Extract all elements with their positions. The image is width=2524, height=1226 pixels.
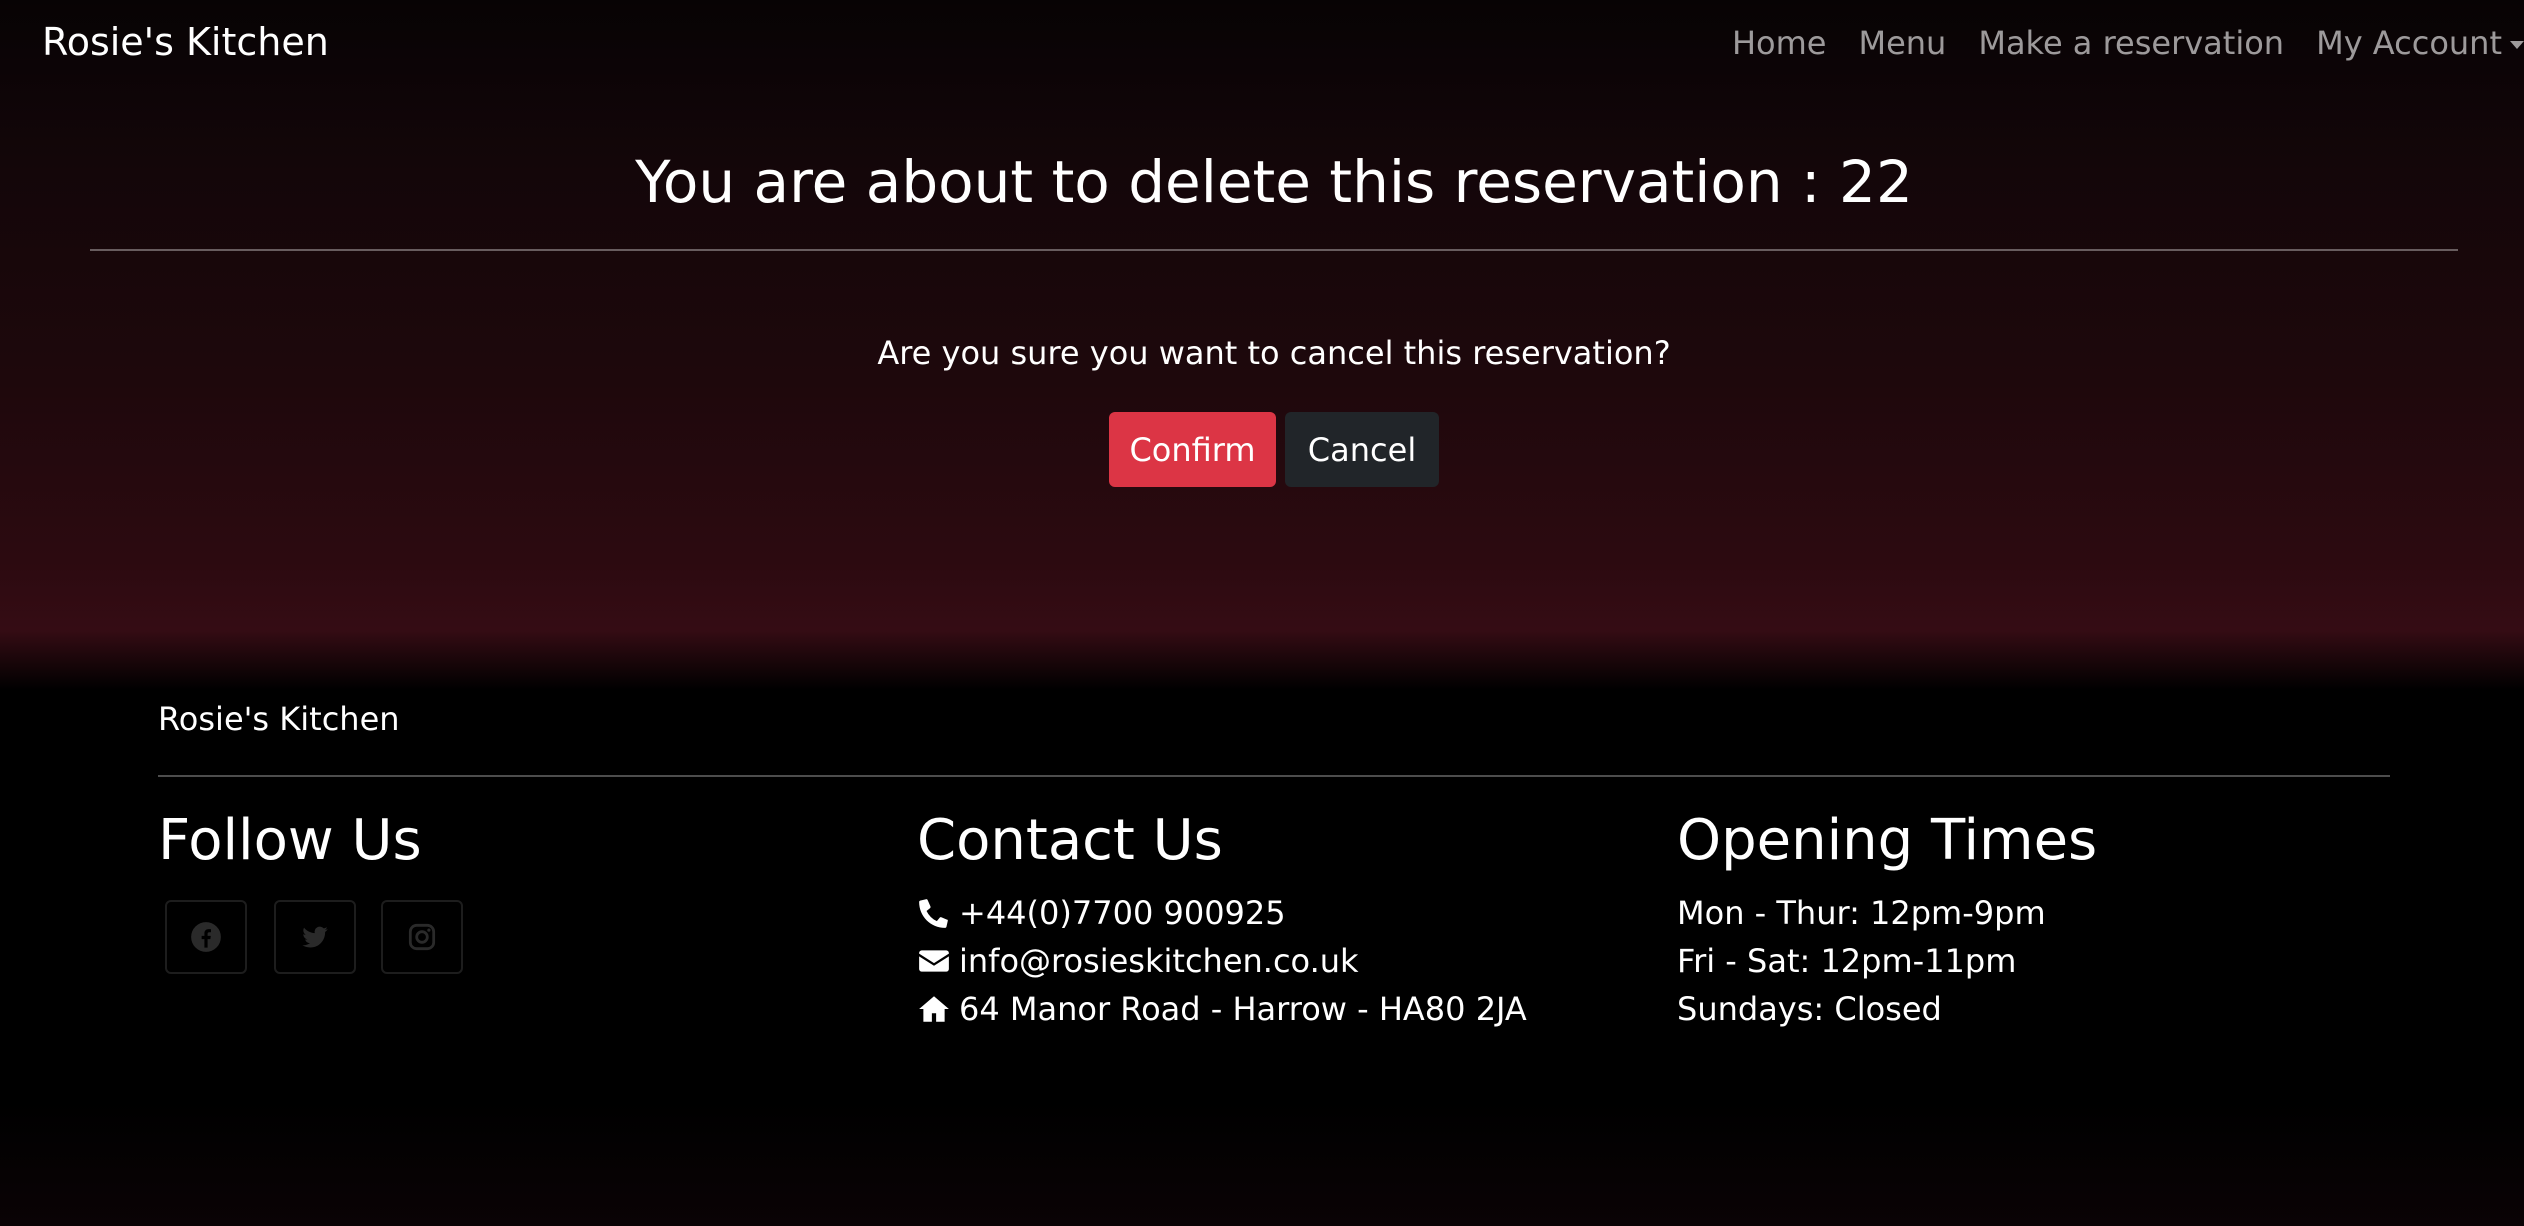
nav-home[interactable]: Home: [1732, 24, 1827, 62]
brand-link[interactable]: Rosie's Kitchen: [42, 20, 329, 64]
address-text: 64 Manor Road - Harrow - HA80 2JA: [959, 990, 1527, 1028]
nav-links: Home Menu Make a reservation My Account: [1732, 24, 2524, 62]
hours-line: Fri - Sat: 12pm-11pm: [1677, 942, 2017, 980]
twitter-icon: [302, 926, 328, 948]
footer-brand: Rosie's Kitchen: [158, 700, 400, 738]
hours-line: Mon - Thur: 12pm-9pm: [1677, 894, 2046, 932]
envelope-icon: [919, 950, 949, 972]
hours-line: Sundays: Closed: [1677, 990, 1942, 1028]
twitter-button[interactable]: [274, 900, 356, 974]
footer-divider: [158, 775, 2390, 777]
nav-menu[interactable]: Menu: [1858, 24, 1946, 62]
confirm-question: Are you sure you want to cancel this res…: [877, 334, 1671, 372]
page: Rosie's Kitchen Home Menu Make a reserva…: [0, 0, 2524, 1226]
divider: [90, 249, 2458, 251]
contact-email: info@rosieskitchen.co.uk: [917, 942, 1359, 980]
nav-my-account-label: My Account: [2316, 24, 2502, 62]
instagram-button[interactable]: [381, 900, 463, 974]
confirm-button[interactable]: Confirm: [1109, 412, 1276, 487]
opening-times-heading: Opening Times: [1677, 808, 2098, 873]
cancel-button[interactable]: Cancel: [1285, 412, 1439, 487]
follow-us-heading: Follow Us: [158, 808, 422, 873]
contact-phone: +44(0)7700 900925: [917, 894, 1286, 932]
caret-down-icon: [2510, 41, 2524, 49]
email-text: info@rosieskitchen.co.uk: [959, 942, 1359, 980]
phone-icon: [919, 899, 948, 928]
nav-make-reservation[interactable]: Make a reservation: [1978, 24, 2284, 62]
facebook-icon: [191, 922, 221, 952]
footer-background: [0, 1100, 2524, 1226]
instagram-icon: [408, 923, 436, 951]
phone-text: +44(0)7700 900925: [959, 894, 1286, 932]
nav-my-account[interactable]: My Account: [2316, 24, 2524, 62]
home-icon: [919, 996, 949, 1022]
contact-address: 64 Manor Road - Harrow - HA80 2JA: [917, 990, 1527, 1028]
contact-us-heading: Contact Us: [917, 808, 1223, 873]
navbar: Rosie's Kitchen Home Menu Make a reserva…: [0, 0, 2524, 92]
page-title: You are about to delete this reservation…: [635, 148, 1913, 216]
facebook-button[interactable]: [165, 900, 247, 974]
